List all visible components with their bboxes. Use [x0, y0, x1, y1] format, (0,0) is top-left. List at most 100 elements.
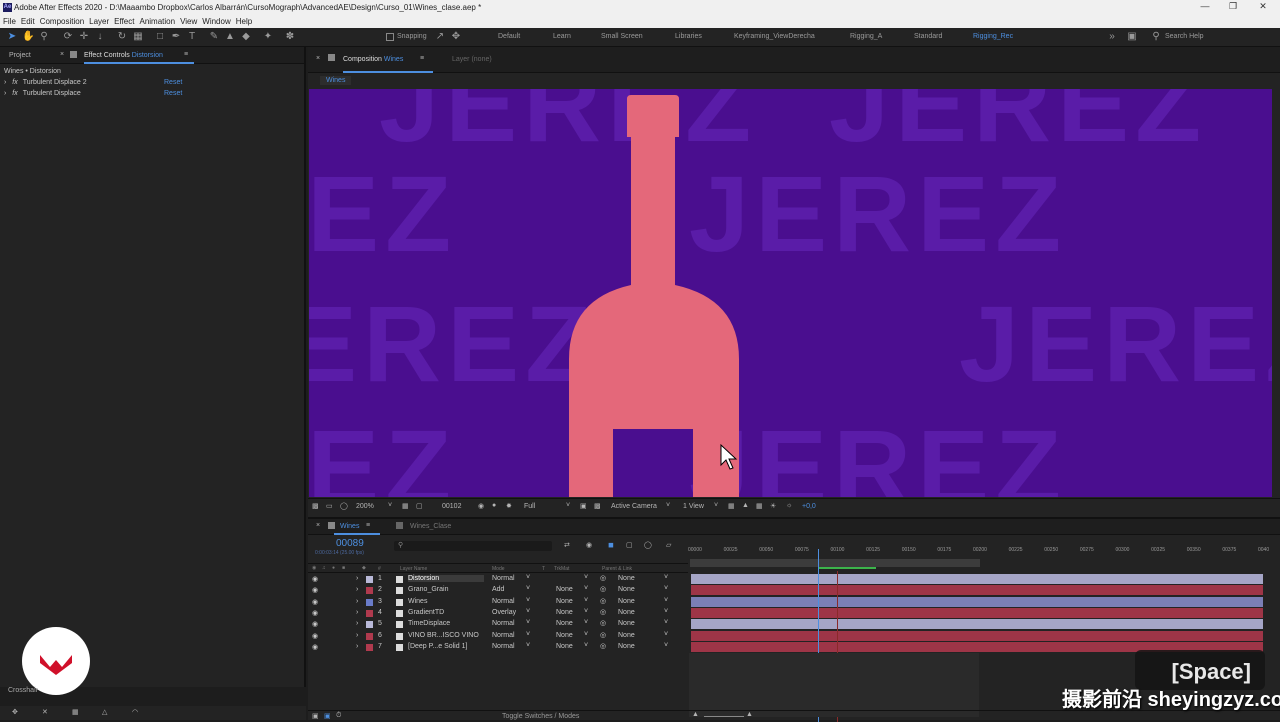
- chevron-down-icon[interactable]: ˅: [664, 597, 668, 604]
- layer-name[interactable]: Distorsion: [408, 575, 484, 582]
- transfer-controls-icon[interactable]: ▣: [324, 712, 331, 720]
- transparency-grid-icon[interactable]: ▩: [594, 502, 601, 510]
- solo-icon[interactable]: ●: [332, 565, 335, 571]
- region-of-interest-icon[interactable]: ▢: [416, 502, 423, 510]
- color-channels-icon[interactable]: ✸: [506, 502, 512, 510]
- tab-project[interactable]: Project: [9, 52, 31, 59]
- pick-whip-icon[interactable]: ◎: [600, 608, 606, 616]
- blend-mode-select[interactable]: Add: [492, 586, 504, 593]
- pan-camera-icon[interactable]: ✛: [78, 31, 90, 43]
- roto-brush-tool-icon[interactable]: ✦: [262, 31, 274, 43]
- chevron-down-icon[interactable]: ˅: [584, 597, 588, 604]
- chevron-down-icon[interactable]: ˅: [584, 642, 588, 649]
- layer-row[interactable]: ◉ › 6 VINO BR...ISCO VINO Normal ˅ None ˅ ◎ None ˅: [308, 631, 688, 642]
- puppet-pin-tool-icon[interactable]: ✽: [284, 31, 296, 43]
- trkmat-select[interactable]: None: [556, 586, 573, 593]
- chevron-down-icon[interactable]: ˅: [526, 585, 530, 592]
- chevron-down-icon[interactable]: ˅: [664, 619, 668, 626]
- frame-blending-icon[interactable]: ▢: [626, 541, 633, 549]
- expand-chevron-icon[interactable]: ›: [356, 620, 358, 627]
- hand-tool-icon[interactable]: ✋: [22, 31, 34, 43]
- layer-duration-bar[interactable]: [691, 607, 1263, 618]
- panel-menu-icon[interactable]: ≡: [420, 55, 424, 62]
- pick-whip-icon[interactable]: ◎: [600, 597, 606, 605]
- lock-icon[interactable]: [70, 51, 77, 58]
- close-tab-icon[interactable]: ×: [316, 55, 320, 62]
- workspace-small-screen[interactable]: Small Screen: [601, 33, 643, 40]
- pick-whip-icon[interactable]: ◎: [600, 642, 606, 650]
- render-time-icon[interactable]: ⏱: [336, 712, 341, 720]
- pick-whip-icon[interactable]: ◎: [600, 619, 606, 627]
- fx-icon[interactable]: fx: [12, 79, 17, 86]
- menu-layer[interactable]: Layer: [89, 17, 109, 26]
- menu-composition[interactable]: Composition: [40, 17, 84, 26]
- layer-duration-bar[interactable]: [691, 630, 1263, 641]
- close-tab-icon[interactable]: ×: [60, 51, 64, 58]
- dolly-camera-icon[interactable]: ↓: [94, 31, 106, 43]
- arc-icon[interactable]: ◠: [132, 708, 138, 716]
- viewer-timecode[interactable]: 00102: [442, 503, 461, 510]
- chevron-down-icon[interactable]: ˅: [526, 608, 530, 615]
- layer-name[interactable]: Wines: [408, 598, 484, 605]
- menu-animation[interactable]: Animation: [139, 17, 175, 26]
- parent-select[interactable]: None: [618, 620, 635, 627]
- cross-icon[interactable]: ✕: [42, 708, 48, 716]
- composition-viewer[interactable]: JEREZ JEREZ JEREZ JEREZ JEREZ JEREZ JERE…: [309, 89, 1272, 497]
- draft-3d-icon[interactable]: ▲: [742, 502, 749, 509]
- eye-icon[interactable]: ◉: [312, 609, 318, 617]
- label-color-swatch[interactable]: [366, 587, 373, 595]
- chevron-down-icon[interactable]: ˅: [584, 585, 588, 592]
- layer-row[interactable]: ◉ › 7 [Deep P...e Solid 1] Normal ˅ None ˅ ◎ None…: [308, 642, 688, 653]
- layer-switches-icon[interactable]: ▣: [312, 712, 319, 720]
- fx-icon[interactable]: fx: [12, 90, 17, 97]
- expand-chevron-icon[interactable]: ›: [356, 598, 358, 605]
- eye-icon[interactable]: ◉: [312, 565, 316, 571]
- zoom-in-icon[interactable]: ▲: [746, 711, 753, 718]
- graph-editor-icon[interactable]: ▱: [666, 541, 671, 549]
- tab-timeline-wines[interactable]: Wines: [340, 523, 359, 530]
- panel-menu-icon[interactable]: ≡: [366, 522, 370, 529]
- trkmat-select[interactable]: None: [556, 643, 573, 650]
- rotation-tool-icon[interactable]: ↻: [116, 31, 128, 43]
- brush-tool-icon[interactable]: ✎: [208, 31, 220, 43]
- reset-link[interactable]: Reset: [164, 79, 182, 86]
- layer-duration-bar[interactable]: [691, 585, 1263, 596]
- layer-duration-bar[interactable]: [691, 574, 1263, 584]
- trkmat-select[interactable]: None: [556, 620, 573, 627]
- selection-tool-icon[interactable]: ➤: [6, 31, 18, 43]
- chevron-down-icon[interactable]: ˅: [388, 502, 392, 509]
- chevron-down-icon[interactable]: ˅: [584, 619, 588, 626]
- expand-chevron-icon[interactable]: ›: [356, 643, 358, 650]
- zoom-out-icon[interactable]: ▲: [692, 711, 699, 718]
- pick-whip-icon[interactable]: ◎: [600, 585, 606, 593]
- label-color-swatch[interactable]: [366, 643, 373, 651]
- show-snapshot-icon[interactable]: ●: [492, 502, 496, 509]
- effect-row[interactable]: › fx Turbulent Displace Reset: [4, 90, 300, 101]
- label-color-swatch[interactable]: [366, 598, 373, 606]
- type-tool-icon[interactable]: T: [186, 31, 198, 43]
- rectangle-tool-icon[interactable]: □: [154, 31, 166, 43]
- label-tag-icon[interactable]: ◆: [362, 565, 366, 571]
- tab-composition[interactable]: Composition Wines: [343, 56, 403, 63]
- resolution-select[interactable]: Full: [524, 503, 535, 510]
- eye-icon[interactable]: ◉: [312, 598, 318, 606]
- search-help-input[interactable]: Search Help: [1165, 33, 1204, 40]
- chevron-down-icon[interactable]: ˅: [584, 608, 588, 615]
- layer-row[interactable]: ◉ › 1 Distorsion Normal ˅ ˅ ◎ None ˅: [308, 574, 688, 585]
- workspace-rigging-rec[interactable]: Rigging_Rec: [973, 33, 1013, 40]
- chevron-down-icon[interactable]: ˅: [666, 502, 670, 509]
- fast-previews-icon[interactable]: ▣: [580, 502, 587, 510]
- label-color-swatch[interactable]: [366, 576, 373, 583]
- eraser-tool-icon[interactable]: ◆: [240, 31, 252, 43]
- layer-row[interactable]: ◉ › 2 Grano_Grain Add ˅ None ˅ ◎ None ˅: [308, 585, 688, 596]
- monitor-icon[interactable]: ▭: [326, 502, 333, 510]
- panel-menu-icon[interactable]: ≡: [184, 51, 188, 58]
- draft-3d-toggle-icon[interactable]: ◉: [586, 541, 592, 549]
- layer-duration-bar[interactable]: [691, 596, 1263, 607]
- menu-view[interactable]: View: [180, 17, 197, 26]
- chevron-down-icon[interactable]: ˅: [714, 502, 718, 509]
- trkmat-select[interactable]: None: [556, 598, 573, 605]
- parent-select[interactable]: None: [618, 586, 635, 593]
- audio-icon[interactable]: ♫: [322, 565, 326, 571]
- always-preview-icon[interactable]: ▩: [312, 502, 319, 510]
